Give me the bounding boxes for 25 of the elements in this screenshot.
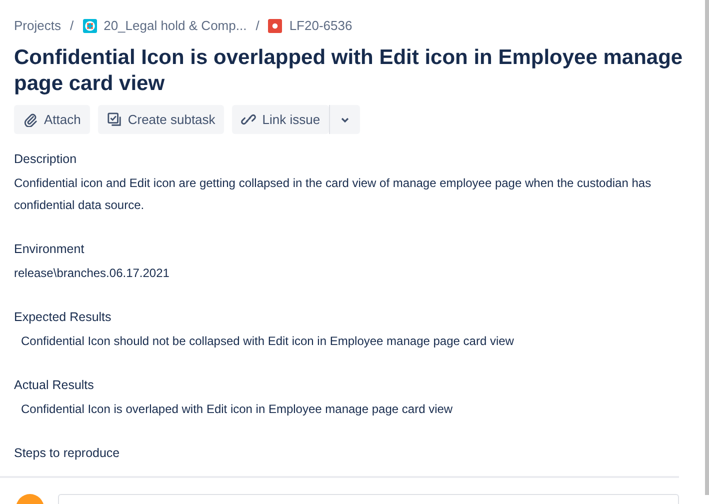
field-value: release\branches.06.17.2021 (14, 265, 170, 282)
attach-button[interactable]: Attach (14, 105, 90, 134)
subtask-icon (106, 112, 122, 127)
paperclip-icon (23, 112, 38, 127)
issue-title: Confidential Icon is overlapped with Edit icon in Employee manage page card view (14, 45, 684, 97)
scrollbar[interactable] (705, 0, 709, 495)
field-label: Expected Results (14, 310, 112, 324)
field-label: Actual Results (14, 378, 95, 392)
bug-icon (268, 18, 282, 32)
field-value: Confidential icon and Edit icon are getting collapsed in the card view of manage employee page when the custodian has confidential data source. (14, 175, 652, 214)
field-label: Environment (14, 242, 86, 256)
breadcrumb-link[interactable]: Projects (14, 18, 61, 33)
field-value: Confidential Icon is overlaped with Edit icon in Employee manage page card view (20, 401, 454, 418)
breadcrumb-link[interactable]: 20_Legal hold & Comp... (82, 18, 247, 33)
link-button[interactable]: Link issue (232, 105, 330, 134)
breadcrumb-separator: / (70, 18, 74, 33)
subtask-button[interactable]: Create subtask (98, 105, 224, 134)
link-icon (241, 112, 256, 127)
field-value: Confidential Icon should not be collapsed with Edit icon in Employee manage page card view (20, 333, 515, 350)
breadcrumb-separator: / (256, 18, 260, 33)
lifebuoy-icon (82, 18, 97, 32)
field-label: Description (14, 152, 78, 166)
field-label: Steps to reproduce (14, 446, 121, 460)
breadcrumb-link[interactable]: LF20-6536 (268, 18, 352, 33)
more-button[interactable] (329, 105, 360, 134)
